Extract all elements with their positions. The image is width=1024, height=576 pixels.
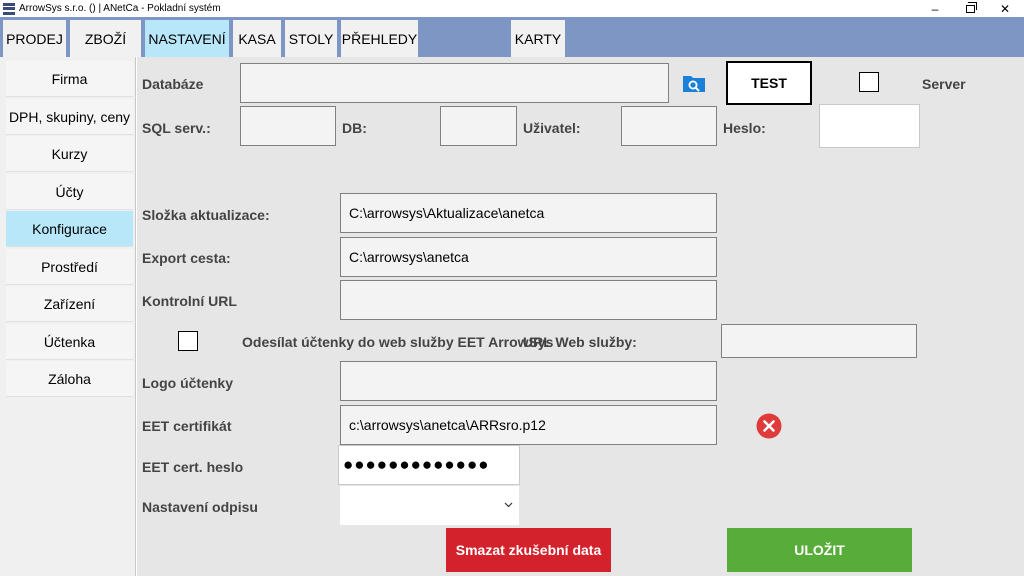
user-label: Uživatel: xyxy=(523,120,581,136)
receipt-logo-input[interactable] xyxy=(340,361,717,401)
main-menu-bar: PRODEJ ZBOŽÍ NASTAVENÍ KASA STOLY PŘEHLE… xyxy=(0,17,1024,57)
test-button-label: TEST xyxy=(751,75,787,91)
server-checkbox[interactable] xyxy=(859,72,879,92)
eet-cert-password-label: EET cert. heslo xyxy=(142,459,244,475)
tab-nastaveni[interactable]: NASTAVENÍ xyxy=(145,20,229,57)
delete-test-data-button[interactable]: Smazat zkušební data xyxy=(446,528,611,572)
eet-send-label: Odesílat účtenky do web služby EET Arrow… xyxy=(242,334,554,350)
write-off-setting-label: Nastavení odpisu xyxy=(142,499,258,515)
export-path-label: Export cesta: xyxy=(142,250,231,266)
receipt-logo-label: Logo účtenky xyxy=(142,375,234,391)
close-button[interactable]: ✕ xyxy=(988,0,1022,17)
db-label: DB: xyxy=(342,120,367,136)
sidebar-item-uctenka[interactable]: Účtenka xyxy=(6,324,133,360)
web-service-url-label: URL Web služby: xyxy=(523,334,637,350)
sidebar-item-prostredi[interactable]: Prostředí xyxy=(6,249,133,285)
db-input[interactable] xyxy=(440,106,517,146)
eet-cert-password-input[interactable]: ●●●●●●●●●●●●● xyxy=(338,445,520,485)
tab-karty[interactable]: KARTY xyxy=(511,20,565,57)
folder-search-icon[interactable] xyxy=(682,73,706,93)
tab-kasa[interactable]: KASA xyxy=(233,20,281,57)
tab-stoly[interactable]: STOLY xyxy=(285,20,337,57)
minimize-button[interactable]: – xyxy=(918,0,952,17)
password-label: Heslo: xyxy=(723,120,766,136)
password-input[interactable] xyxy=(819,104,920,148)
sidebar-item-zarizeni[interactable]: Zařízení xyxy=(6,286,133,322)
sidebar-item-kurzy[interactable]: Kurzy xyxy=(6,136,133,172)
sidebar-item-konfigurace[interactable]: Konfigurace xyxy=(6,211,133,247)
write-off-setting-select[interactable] xyxy=(340,486,519,525)
sql-server-input[interactable] xyxy=(240,106,336,146)
user-input[interactable] xyxy=(621,106,717,146)
tab-zbozi[interactable]: ZBOŽÍ xyxy=(70,20,141,57)
app-icon xyxy=(3,2,15,15)
control-url-input[interactable] xyxy=(340,280,717,320)
clear-x-icon[interactable] xyxy=(756,413,782,439)
update-folder-input[interactable]: C:\arrowsys\Aktualizace\anetca xyxy=(340,193,717,233)
sidebar-item-dph[interactable]: DPH, skupiny, ceny xyxy=(6,99,133,135)
restore-icon xyxy=(965,1,977,13)
control-url-label: Kontrolní URL xyxy=(142,293,237,309)
window-title: ArrowSys s.r.o. () | ANetCa - Pokladní s… xyxy=(19,3,221,14)
chevron-down-icon xyxy=(504,502,513,508)
test-button[interactable]: TEST xyxy=(726,61,812,105)
web-service-url-input[interactable] xyxy=(721,324,917,358)
sidebar-item-zaloha[interactable]: Záloha xyxy=(6,361,133,397)
title-bar: ArrowSys s.r.o. () | ANetCa - Pokladní s… xyxy=(0,0,1024,17)
save-button[interactable]: ULOŽIT xyxy=(727,528,912,572)
sql-server-label: SQL serv.: xyxy=(142,120,211,136)
restore-button[interactable] xyxy=(953,0,987,17)
sidebar-item-firma[interactable]: Firma xyxy=(6,61,133,97)
export-path-input[interactable]: C:\arrowsys\anetca xyxy=(340,237,717,277)
eet-certificate-input[interactable]: c:\arrowsys\anetca\ARRsro.p12 xyxy=(340,405,717,445)
server-label: Server xyxy=(922,76,966,92)
database-input[interactable] xyxy=(240,63,669,103)
sidebar-item-ucty[interactable]: Účty xyxy=(6,174,133,210)
eet-certificate-label: EET certifikát xyxy=(142,418,232,434)
eet-send-checkbox[interactable] xyxy=(178,331,198,351)
tab-prodej[interactable]: PRODEJ xyxy=(3,20,66,57)
tab-prehledy[interactable]: PŘEHLEDY xyxy=(341,20,418,57)
update-folder-label: Složka aktualizace: xyxy=(142,207,270,223)
database-label: Databáze xyxy=(142,76,204,92)
